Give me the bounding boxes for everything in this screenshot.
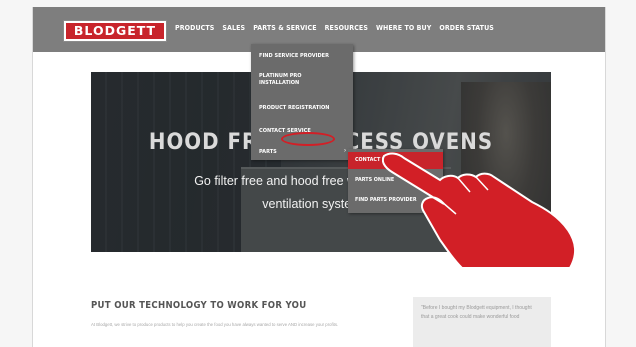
pointing-hand-icon xyxy=(382,152,576,268)
menu-item-parts[interactable]: PARTS xyxy=(259,149,343,156)
nav-where-to-buy[interactable]: WHERE TO BUY xyxy=(376,24,431,32)
screenshot-frame: BLODGETT PRODUCTS SALES PARTS & SERVICE … xyxy=(0,0,636,347)
menu-item-find-service-provider[interactable]: FIND SERVICE PROVIDER xyxy=(259,53,343,60)
testimonial-text: "Before I bought my Blodgett equipment, … xyxy=(421,305,532,320)
section-heading: PUT OUR TECHNOLOGY TO WORK FOR YOU xyxy=(91,300,307,311)
nav-sales[interactable]: SALES xyxy=(222,24,245,32)
logo-text: BLODGETT xyxy=(66,23,164,39)
menu-item-product-registration[interactable]: PRODUCT REGISTRATION xyxy=(259,105,343,112)
blodgett-logo[interactable]: BLODGETT xyxy=(63,20,167,42)
chevron-right-icon: › xyxy=(344,148,346,154)
nav-resources[interactable]: RESOURCES xyxy=(325,24,368,32)
testimonial-box: "Before I bought my Blodgett equipment, … xyxy=(413,297,551,347)
menu-item-platinum-pro-installation[interactable]: PLATINUM PRO INSTALLATION xyxy=(259,73,343,87)
section-body-text: At Blodgett, we strive to produce produc… xyxy=(91,322,339,327)
main-nav: PRODUCTS SALES PARTS & SERVICE RESOURCES… xyxy=(175,24,494,32)
highlight-circle xyxy=(281,132,335,146)
nav-order-status[interactable]: ORDER STATUS xyxy=(439,24,494,32)
nav-products[interactable]: PRODUCTS xyxy=(175,24,214,32)
nav-parts-service[interactable]: PARTS & SERVICE xyxy=(253,24,316,32)
